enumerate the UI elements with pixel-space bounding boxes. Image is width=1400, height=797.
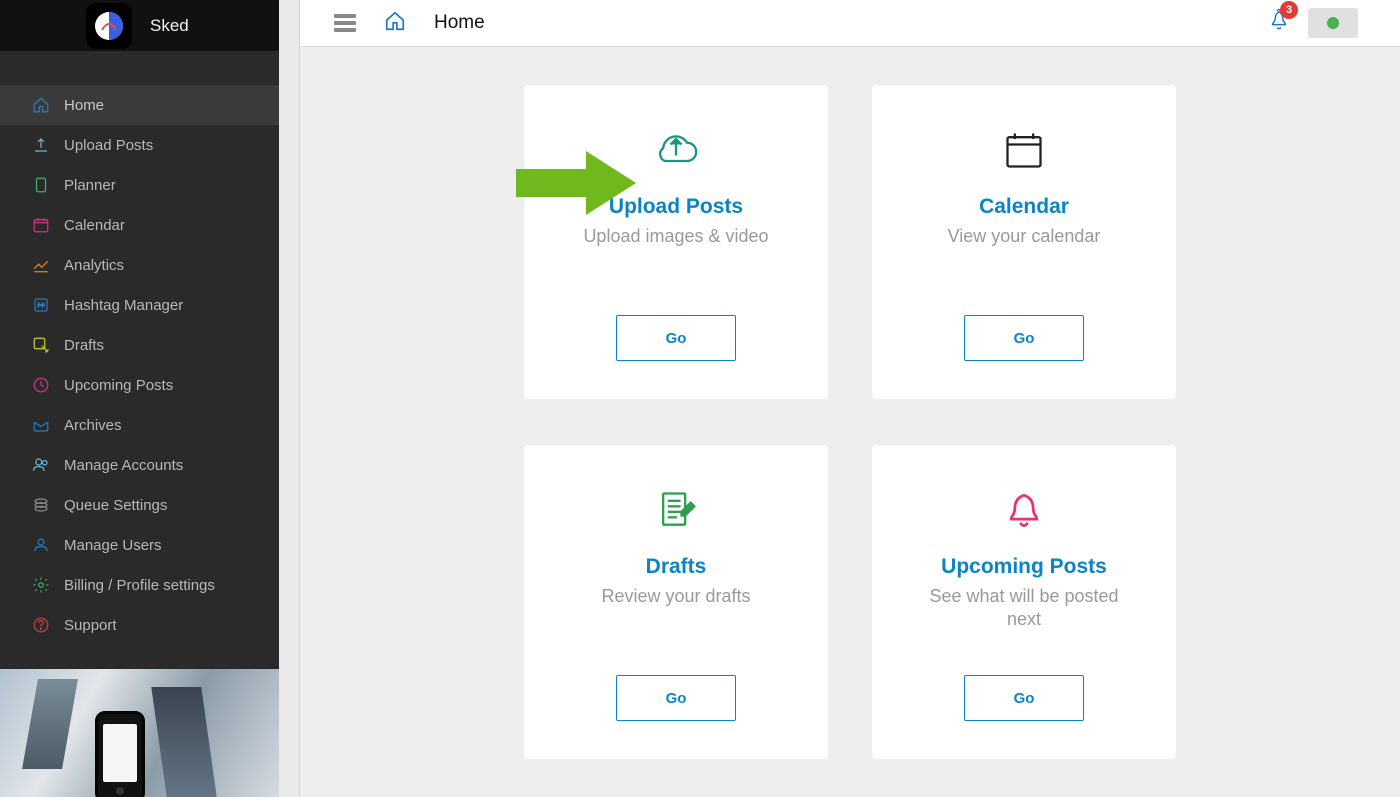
main: Home 3 Upload Po	[300, 0, 1400, 797]
upcoming-icon	[32, 376, 50, 394]
sidebar-item-analytics[interactable]: Analytics	[0, 245, 279, 285]
sidebar-header: Sked	[0, 0, 279, 51]
archives-icon	[32, 416, 50, 434]
hashtag-icon	[32, 296, 50, 314]
card-upcoming-posts: Upcoming Posts See what will be posted n…	[872, 445, 1176, 759]
cloud-upload-icon	[654, 123, 698, 177]
card-desc: Upload images & video	[583, 225, 768, 248]
sidebar-item-calendar[interactable]: Calendar	[0, 205, 279, 245]
home-icon	[32, 96, 50, 114]
sidebar-item-billing[interactable]: Billing / Profile settings	[0, 565, 279, 605]
go-button-drafts[interactable]: Go	[616, 675, 736, 721]
upload-icon	[32, 136, 50, 154]
card-drafts: Drafts Review your drafts Go	[524, 445, 828, 759]
sidebar-item-manage-users[interactable]: Manage Users	[0, 525, 279, 565]
card-title: Calendar	[979, 195, 1069, 219]
card-desc: See what will be posted next	[919, 585, 1129, 632]
notification-badge: 3	[1280, 1, 1298, 19]
sidebar-item-upload-posts[interactable]: Upload Posts	[0, 125, 279, 165]
card-upload-posts: Upload Posts Upload images & video Go	[524, 85, 828, 399]
go-button-calendar[interactable]: Go	[964, 315, 1084, 361]
sidebar-item-support[interactable]: Support	[0, 605, 279, 645]
status-button[interactable]	[1308, 8, 1358, 38]
users-icon	[32, 536, 50, 554]
calendar-icon	[32, 216, 50, 234]
home-icon	[384, 10, 406, 37]
divider-column	[279, 0, 300, 797]
sidebar: Sked Home Upload Posts Planner Calendar	[0, 0, 279, 797]
go-button-upcoming[interactable]: Go	[964, 675, 1084, 721]
analytics-icon	[32, 256, 50, 274]
card-desc: Review your drafts	[601, 585, 750, 608]
notification-button[interactable]: 3	[1268, 9, 1290, 38]
settings-icon	[32, 576, 50, 594]
sidebar-item-drafts[interactable]: Drafts	[0, 325, 279, 365]
app-name: Sked	[150, 16, 189, 36]
card-calendar: Calendar View your calendar Go	[872, 85, 1176, 399]
sidebar-item-home[interactable]: Home	[0, 85, 279, 125]
bell-icon	[1002, 483, 1046, 537]
topbar: Home 3	[300, 0, 1400, 47]
card-title: Drafts	[646, 555, 707, 579]
card-desc: View your calendar	[948, 225, 1101, 248]
accounts-icon	[32, 456, 50, 474]
calendar-large-icon	[1002, 123, 1046, 177]
sidebar-item-hashtag-manager[interactable]: Hashtag Manager	[0, 285, 279, 325]
support-icon	[32, 616, 50, 634]
sidebar-item-upcoming-posts[interactable]: Upcoming Posts	[0, 365, 279, 405]
sidebar-promo-image	[0, 669, 279, 797]
content: Upload Posts Upload images & video Go Ca…	[300, 47, 1400, 797]
sidebar-item-archives[interactable]: Archives	[0, 405, 279, 445]
draft-doc-icon	[654, 483, 698, 537]
page-title: Home	[434, 12, 485, 34]
sidebar-item-manage-accounts[interactable]: Manage Accounts	[0, 445, 279, 485]
queue-icon	[32, 496, 50, 514]
planner-icon	[32, 176, 50, 194]
pointer-arrow-annotation	[516, 151, 636, 220]
sidebar-item-queue-settings[interactable]: Queue Settings	[0, 485, 279, 525]
card-title: Upcoming Posts	[941, 555, 1107, 579]
status-dot-online	[1327, 17, 1339, 29]
drafts-icon	[32, 336, 50, 354]
sidebar-nav: Home Upload Posts Planner Calendar Analy…	[0, 51, 279, 645]
sidebar-item-planner[interactable]: Planner	[0, 165, 279, 205]
hamburger-menu[interactable]	[334, 14, 356, 32]
go-button-upload[interactable]: Go	[616, 315, 736, 361]
app-logo	[86, 3, 132, 49]
